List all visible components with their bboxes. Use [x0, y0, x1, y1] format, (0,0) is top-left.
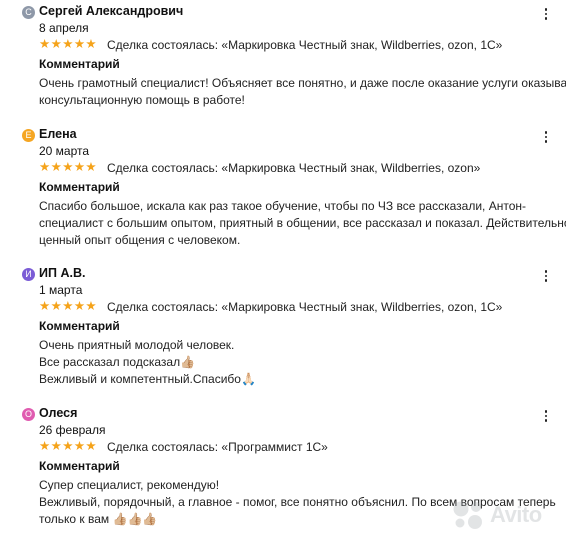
avatar[interactable]: И: [22, 268, 35, 281]
reviewer-name[interactable]: Елена: [39, 127, 77, 141]
review-text-line: Все рассказал подсказал👍🏼: [39, 355, 196, 369]
more-options-icon[interactable]: [536, 5, 556, 23]
rating-stars: ★★★★★: [39, 37, 98, 51]
deal-value: «Маркировка Честный знак, Wildberries, o…: [221, 300, 503, 314]
review-text-line: Вежливый и компетентный.Спасибо🙏🏻: [39, 372, 256, 386]
review-date: 8 апреля: [39, 21, 89, 35]
more-options-icon[interactable]: [536, 267, 556, 285]
deal-value: «Маркировка Честный знак, Wildberries, o…: [221, 161, 481, 175]
review-text: Очень приятный молодой человек. Все расс…: [39, 337, 559, 388]
reviewer-name[interactable]: Олеся: [39, 406, 77, 420]
more-options-icon[interactable]: [536, 407, 556, 425]
review-date: 26 февраля: [39, 423, 106, 437]
deal-info: Сделка состоялась: «Маркировка Честный з…: [107, 300, 502, 314]
watermark-text: Avito: [490, 502, 542, 527]
more-options-icon[interactable]: [536, 128, 556, 146]
avatar[interactable]: О: [22, 408, 35, 421]
review-date: 1 марта: [39, 283, 83, 297]
review-text-line: Очень приятный молодой человек.: [39, 338, 235, 352]
reviewer-name[interactable]: Сергей Александрович: [39, 4, 183, 18]
avito-logo-icon: [453, 501, 482, 529]
comment-title: Комментарий: [39, 319, 120, 333]
comment-title: Комментарий: [39, 459, 120, 473]
rating-stars: ★★★★★: [39, 160, 98, 174]
rating-stars: ★★★★★: [39, 439, 98, 453]
deal-value: «Маркировка Честный знак, Wildberries, o…: [221, 38, 503, 52]
deal-info: Сделка состоялась: «Маркировка Честный з…: [107, 161, 480, 175]
review-text-line: Очень грамотный специалист! Объясняет вс…: [39, 76, 566, 90]
deal-info: Сделка состоялась: «Программист 1С»: [107, 440, 328, 454]
review-text-line: ценный опыт общения с человеком.: [39, 233, 241, 247]
deal-value: «Программист 1С»: [221, 440, 328, 454]
reviewer-name[interactable]: ИП А.В.: [39, 266, 85, 280]
review-text-line: Спасибо большое, искала как раз такое об…: [39, 199, 526, 213]
deal-label: Сделка состоялась:: [107, 161, 219, 175]
deal-label: Сделка состоялась:: [107, 300, 219, 314]
avatar[interactable]: Е: [22, 129, 35, 142]
review-text-line: консультационную помощь в работе!: [39, 93, 245, 107]
avatar[interactable]: С: [22, 6, 35, 19]
review-date: 20 марта: [39, 144, 90, 158]
review-text-line: Супер специалист, рекомендую!: [39, 478, 220, 492]
review-text: Спасибо большое, искала как раз такое об…: [39, 198, 566, 249]
comment-title: Комментарий: [39, 57, 120, 71]
deal-info: Сделка состоялась: «Маркировка Честный з…: [107, 38, 502, 52]
review-text: Очень грамотный специалист! Объясняет вс…: [39, 75, 566, 109]
deal-label: Сделка состоялась:: [107, 440, 219, 454]
review-text-line: специалист с большим опытом, приятный в …: [39, 216, 566, 230]
rating-stars: ★★★★★: [39, 299, 98, 313]
comment-title: Комментарий: [39, 180, 120, 194]
watermark: Avito: [452, 500, 542, 530]
deal-label: Сделка состоялась:: [107, 38, 219, 52]
